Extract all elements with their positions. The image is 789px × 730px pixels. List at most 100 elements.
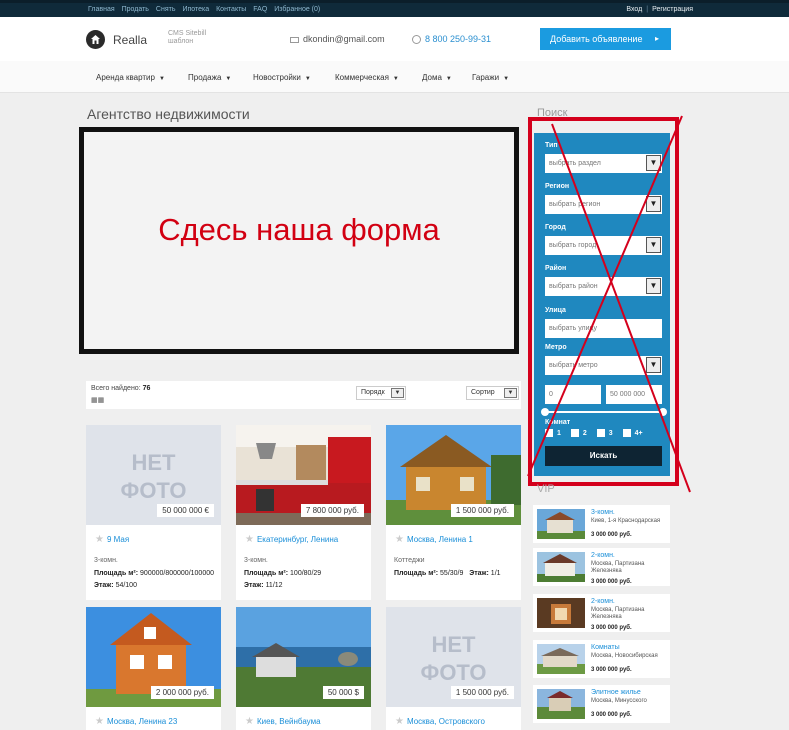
star-icon[interactable]: ★ <box>395 716 404 727</box>
vip-item-address: Москва, Новосибирская <box>591 653 658 659</box>
login-link[interactable]: Вход <box>626 6 642 13</box>
area-value: 900000/800000/100000 <box>140 570 214 577</box>
no-photo-line: ФОТО <box>120 478 187 503</box>
chevron-down-icon: ▼ <box>304 76 311 82</box>
vip-item[interactable]: Элитное жилье Москва, Минусского 3 000 0… <box>533 685 670 723</box>
vip-item[interactable]: 2-комн. Москва, Партизана Железняка 3 00… <box>533 548 670 586</box>
vip-item-address: Москва, Минусского <box>591 698 647 704</box>
star-icon[interactable]: ★ <box>395 534 404 545</box>
listing-type: Коттеджи <box>394 557 425 564</box>
nav-item-houses[interactable]: Дома ▼ <box>422 73 452 82</box>
header-phone[interactable]: 8 800 250-99-31 <box>412 34 492 45</box>
listing-title[interactable]: ★ Екатеринбург, Ленина <box>245 534 338 545</box>
results-bar: Всего найдено: 76 ▦▦ Порядк ▼ Сортир ▼ <box>86 381 521 409</box>
main-nav: Аренда квартир ▼ Продажа ▼ Новостройки ▼ Ко… <box>0 61 789 93</box>
form-placeholder-box: Сдесь наша форма <box>79 127 519 354</box>
nav-item-new-buildings[interactable]: Новостройки ▼ <box>253 73 311 82</box>
vip-item-price: 3 000 000 руб. <box>591 667 632 673</box>
top-link-faq[interactable]: FAQ <box>253 6 267 13</box>
vip-item-title[interactable]: Комнаты <box>591 644 620 651</box>
nav-label: Дома <box>422 73 442 82</box>
vip-item[interactable]: Комнаты Москва, Новосибирская 3 000 000 … <box>533 640 670 678</box>
vip-item-title[interactable]: 2-комн. <box>591 598 615 605</box>
vip-item-title[interactable]: 3-комн. <box>591 509 615 516</box>
vip-item-address: Киев, 1-я Краснодарская <box>591 518 661 524</box>
listing-title-text: 9 Мая <box>106 535 130 544</box>
vip-thumbnail <box>537 509 585 539</box>
listing-card[interactable]: НЕТ ФОТО 50 000 000 € ★ 9 Мая 3-комн. Площ… <box>86 425 221 600</box>
vip-item-price: 3 000 000 руб. <box>591 532 632 538</box>
nav-item-sale[interactable]: Продажа ▼ <box>188 73 231 82</box>
found-label: Всего найдено: <box>91 385 141 392</box>
listing-card[interactable]: НЕТ ФОТО 1 500 000 руб. ★ Москва, Островск… <box>386 607 521 730</box>
vip-item[interactable]: 3-комн. Киев, 1-я Краснодарская 3 000 00… <box>533 505 670 543</box>
sort-select[interactable]: Сортир ▼ <box>466 386 519 400</box>
listing-card[interactable]: 1 500 000 руб. ★ Москва, Ленина 1 Коттедж… <box>386 425 521 600</box>
top-bar: Главная Продать Снять Ипотека Контакты F… <box>0 0 789 17</box>
listing-title[interactable]: ★ Москва, Ленина 1 <box>395 534 473 545</box>
add-listing-button[interactable]: Добавить объявление ▸ <box>540 28 671 50</box>
vip-thumbnail <box>537 552 585 582</box>
floor-value: 11/12 <box>265 582 283 589</box>
star-icon[interactable]: ★ <box>95 534 104 545</box>
page-title: Агентство недвижимости <box>87 106 250 122</box>
listing-title-text: Киев, Вейнбаума <box>256 717 321 726</box>
listing-price: 50 000 000 € <box>157 504 214 517</box>
top-link-home[interactable]: Главная <box>88 6 115 13</box>
top-link-rent[interactable]: Снять <box>156 6 176 13</box>
chevron-down-icon: ▼ <box>158 76 165 82</box>
listing-title[interactable]: ★ 9 Мая <box>95 534 129 545</box>
nav-item-garages[interactable]: Гаражи ▼ <box>472 73 509 82</box>
listing-title[interactable]: ★ Москва, Ленина 23 <box>95 716 177 727</box>
auth-links: Вход | Регистрация <box>626 6 693 13</box>
logo-house-icon[interactable] <box>86 30 105 49</box>
logo-name[interactable]: Realla <box>113 33 147 47</box>
listing-area: Площадь м²: 900000/800000/100000 <box>94 570 214 577</box>
listing-card[interactable]: 50 000 $ ★ Киев, Вейнбаума <box>236 607 371 730</box>
listing-title[interactable]: ★ Киев, Вейнбаума <box>245 716 321 727</box>
results-count: Всего найдено: 76 <box>91 385 150 392</box>
no-photo-line: ФОТО <box>420 660 487 685</box>
header-email[interactable]: dkondin@gmail.com <box>290 34 385 44</box>
listing-floor: Этаж: 11/12 <box>244 582 283 589</box>
listing-title[interactable]: ★ Москва, Островского <box>395 716 485 727</box>
vip-title: VIP <box>537 483 555 495</box>
listing-title-text: Москва, Ленина 23 <box>106 717 178 726</box>
email-text: dkondin@gmail.com <box>303 34 385 44</box>
chevron-down-icon: ▼ <box>445 76 452 82</box>
vip-item-title[interactable]: 2-комн. <box>591 552 615 559</box>
register-link[interactable]: Регистрация <box>652 6 693 13</box>
nav-label: Новостройки <box>253 73 301 82</box>
top-link-sell[interactable]: Продать <box>122 6 149 13</box>
top-link-contacts[interactable]: Контакты <box>216 6 246 13</box>
listing-floor: Этаж: 54/100 <box>94 582 137 589</box>
vip-thumbnail <box>537 598 585 628</box>
logo-subtitle: CMS Sitebill шаблон <box>168 30 207 45</box>
star-icon[interactable]: ★ <box>95 716 104 727</box>
phone-text: 8 800 250-99-31 <box>425 34 492 44</box>
order-label: Порядк <box>361 389 385 396</box>
view-toggle-icon[interactable]: ▦▦ <box>91 396 104 404</box>
nav-item-commercial[interactable]: Коммерческая ▼ <box>335 73 399 82</box>
star-icon[interactable]: ★ <box>245 716 254 727</box>
listing-card[interactable]: 2 000 000 руб. ★ Москва, Ленина 23 <box>86 607 221 730</box>
top-link-favorites[interactable]: Избранное (0) <box>274 6 320 13</box>
listing-type: 3-комн. <box>244 557 268 564</box>
nav-label: Аренда квартир <box>96 73 155 82</box>
chevron-down-icon: ▼ <box>391 388 404 398</box>
annotation-cross-icon <box>527 115 691 493</box>
nav-label: Гаражи <box>472 73 500 82</box>
order-select[interactable]: Порядк ▼ <box>356 386 406 400</box>
nav-item-rent[interactable]: Аренда квартир ▼ <box>96 73 165 82</box>
listing-area: Площадь м²: 55/30/9 Этаж: 1/1 <box>394 570 501 577</box>
star-icon[interactable]: ★ <box>245 534 254 545</box>
listing-card[interactable]: 7 800 000 руб. ★ Екатеринбург, Ленина 3-к… <box>236 425 371 600</box>
vip-item-address: Москва, Партизана Железняка <box>591 561 645 574</box>
vip-item-title[interactable]: Элитное жилье <box>591 689 641 696</box>
chevron-down-icon: ▼ <box>392 76 399 82</box>
nav-label: Коммерческая <box>335 73 389 82</box>
auth-divider: | <box>646 6 649 13</box>
floor-value: 54/100 <box>115 582 137 589</box>
vip-item[interactable]: 2-комн. Москва, Партизана Железняка 3 00… <box>533 594 670 632</box>
top-link-mortgage[interactable]: Ипотека <box>182 6 209 13</box>
